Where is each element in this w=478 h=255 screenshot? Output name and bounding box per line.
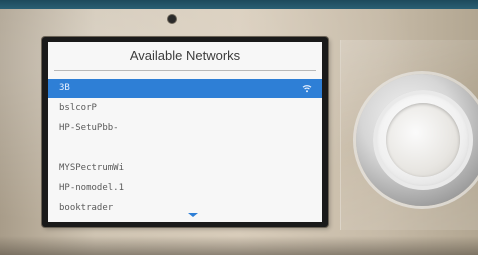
network-ssid: MYSPectrumWi [59,163,125,173]
network-item[interactable]: HP-nomodel.1 [48,179,322,198]
network-ssid: bslcorP [59,103,97,113]
dial-center-button[interactable] [386,103,460,177]
network-ssid: booktrader [59,203,114,213]
screen-title: Available Networks [129,48,241,63]
device-top-strip [0,0,478,9]
bottom-shadow [0,236,478,255]
network-item[interactable]: MYSPectrumWi [48,159,322,178]
network-item[interactable]: booktrader [48,199,322,218]
wifi-icon [302,85,312,93]
touch-display: Available Networks 3B bslcorP HP-SetuPbb… [48,42,322,222]
sensor-dot [168,15,176,23]
title-divider [54,70,316,71]
network-item-empty[interactable] [48,139,322,158]
network-ssid: HP-SetuPbb- [59,123,119,133]
network-item[interactable]: bslcorP [48,99,322,118]
network-ssid: 3B [59,83,70,93]
network-item-selected[interactable]: 3B [48,79,322,98]
network-item[interactable]: HP-SetuPbb- [48,119,322,138]
chevron-down-icon[interactable] [188,213,198,217]
network-ssid: HP-nomodel.1 [59,183,125,193]
